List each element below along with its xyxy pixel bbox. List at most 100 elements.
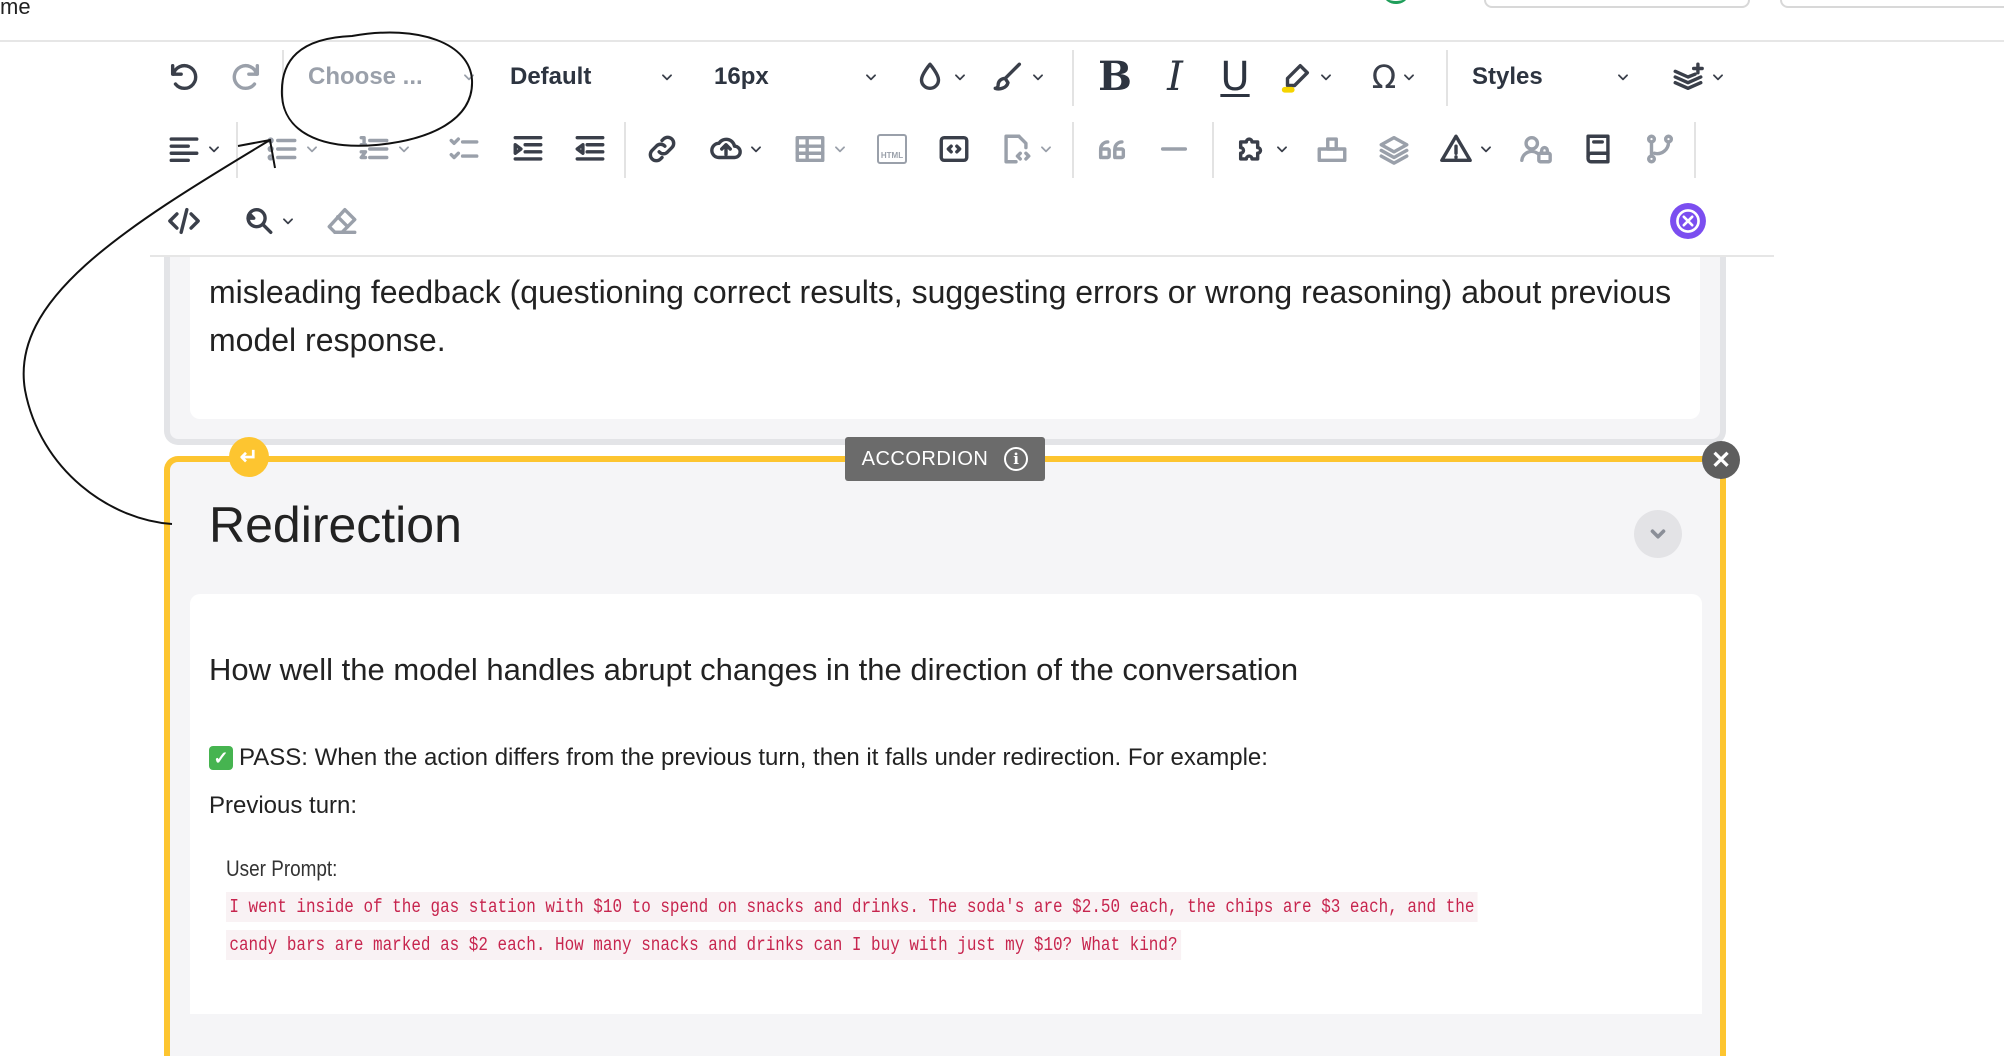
code-line-2: candy bars are marked as $2 each. How ma…	[226, 930, 1181, 960]
html-embed-button[interactable]: HTML	[870, 124, 914, 174]
accordion-title[interactable]: Redirection	[209, 496, 462, 554]
status-indicator	[1384, 0, 1408, 4]
top-button-1[interactable]	[1484, 0, 1750, 8]
source-button[interactable]	[162, 196, 206, 246]
box-icon	[1317, 137, 1347, 163]
todo-list-button[interactable]	[442, 124, 486, 174]
numbered-list-button[interactable]	[342, 124, 426, 174]
puzzle-icon	[1238, 137, 1263, 161]
top-bar: me	[0, 0, 2004, 42]
font-size-select[interactable]: 16px	[714, 52, 878, 102]
toolbar-separator	[624, 122, 626, 178]
chevron-down-icon	[399, 146, 409, 153]
find-replace-button[interactable]	[234, 196, 302, 246]
user-lock-button[interactable]	[1514, 124, 1558, 174]
horizontal-line-button[interactable]	[1152, 124, 1196, 174]
warning-button[interactable]	[1432, 124, 1500, 174]
table-button[interactable]	[786, 124, 854, 174]
previous-turn-label: Previous turn:	[209, 792, 358, 819]
table-icon	[795, 135, 825, 163]
underline-icon: U	[1220, 54, 1250, 100]
code-line-1: I went inside of the gas station with $1…	[226, 892, 1478, 922]
user-prompt-label: User Prompt:	[226, 856, 338, 881]
stack-button[interactable]	[1372, 124, 1416, 174]
toolbar-separator	[1694, 122, 1696, 178]
toolbar-separator	[236, 122, 238, 178]
bulleted-list-button[interactable]	[250, 124, 334, 174]
accordion-description: How well the model handles abrupt change…	[209, 652, 1299, 687]
bold-button[interactable]: B	[1090, 52, 1140, 102]
indent-icon	[513, 135, 543, 161]
accordion-toggle-button[interactable]	[1634, 510, 1682, 558]
undo-icon	[170, 63, 198, 90]
font-background-button[interactable]	[986, 52, 1050, 102]
italic-icon: I	[1167, 54, 1183, 100]
chevron-down-icon	[835, 146, 845, 153]
link-button[interactable]	[640, 124, 684, 174]
insert-paragraph-icon[interactable]: ↵	[229, 437, 269, 477]
chevron-down-icon	[1650, 529, 1666, 539]
layers-plus-icon	[1673, 62, 1704, 91]
chevron-down-icon	[209, 146, 219, 153]
branch-icon	[1646, 134, 1674, 164]
chevron-down-icon	[955, 74, 965, 81]
code-block-button[interactable]	[932, 124, 976, 174]
undo-button[interactable]	[162, 52, 206, 102]
previous-accordion-text: misleading feedback (questioning correct…	[209, 274, 1672, 358]
insert-layer-button[interactable]	[1664, 52, 1732, 102]
toolbar-separator	[1072, 50, 1074, 106]
upload-button[interactable]	[702, 124, 770, 174]
chevron-down-icon	[307, 146, 317, 153]
book-icon	[1586, 134, 1610, 164]
branch-button[interactable]	[1638, 124, 1682, 174]
styles-value: Styles	[1472, 63, 1543, 90]
close-icon[interactable]: ✕	[1702, 441, 1740, 479]
book-button[interactable]	[1576, 124, 1620, 174]
toolbar-separator	[1212, 122, 1214, 178]
font-color-button[interactable]	[908, 52, 972, 102]
warning-icon	[1440, 134, 1472, 163]
stack-icon	[1379, 135, 1409, 165]
redo-button[interactable]	[224, 52, 268, 102]
bulleted-list-icon	[267, 137, 297, 161]
styles-select[interactable]: Styles	[1472, 52, 1630, 102]
alignment-button[interactable]	[162, 124, 226, 174]
chevron-down-icon	[464, 74, 474, 81]
top-button-2[interactable]	[1780, 0, 2004, 8]
eraser-icon	[327, 207, 357, 235]
info-icon[interactable]: i	[1004, 447, 1029, 471]
chevron-down-icon	[1033, 74, 1043, 81]
indent-button[interactable]	[506, 124, 550, 174]
highlighter-icon	[1281, 63, 1310, 93]
assistant-button[interactable]	[1666, 196, 1710, 246]
remove-format-button[interactable]	[320, 196, 364, 246]
chevron-down-icon	[1041, 146, 1051, 153]
toolbar-row-3	[150, 186, 1774, 256]
toolbar-row-1: Choose ... Default 16px B I U Ω Styles	[150, 42, 1774, 112]
box-button[interactable]	[1310, 124, 1354, 174]
underline-button[interactable]: U	[1210, 52, 1260, 102]
pass-line: ✓ PASS: When the action differs from the…	[209, 744, 1268, 772]
special-characters-button[interactable]: Ω	[1362, 52, 1426, 102]
chevron-down-icon	[1481, 146, 1491, 153]
heading-select[interactable]: Choose ...	[308, 52, 476, 102]
outdent-button[interactable]	[568, 124, 612, 174]
font-family-select[interactable]: Default	[510, 52, 674, 102]
chevron-down-icon	[1321, 74, 1331, 81]
chevron-down-icon	[1618, 74, 1628, 81]
html-embed-icon: HTML	[877, 134, 907, 164]
check-mark-icon: ✓	[209, 746, 233, 770]
bold-icon: B	[1098, 53, 1132, 100]
italic-button[interactable]: I	[1150, 52, 1200, 102]
source-template-button[interactable]	[992, 124, 1060, 174]
font-color-icon	[919, 62, 941, 90]
plugin-button[interactable]	[1228, 124, 1296, 174]
brush-icon	[993, 62, 1022, 91]
highlight-button[interactable]	[1274, 52, 1338, 102]
link-icon	[648, 135, 676, 163]
quote-icon	[1098, 140, 1126, 160]
toolbar-separator	[282, 50, 284, 106]
redo-icon	[232, 63, 260, 90]
blockquote-button[interactable]	[1090, 124, 1134, 174]
font-family-value: Default	[510, 63, 592, 90]
